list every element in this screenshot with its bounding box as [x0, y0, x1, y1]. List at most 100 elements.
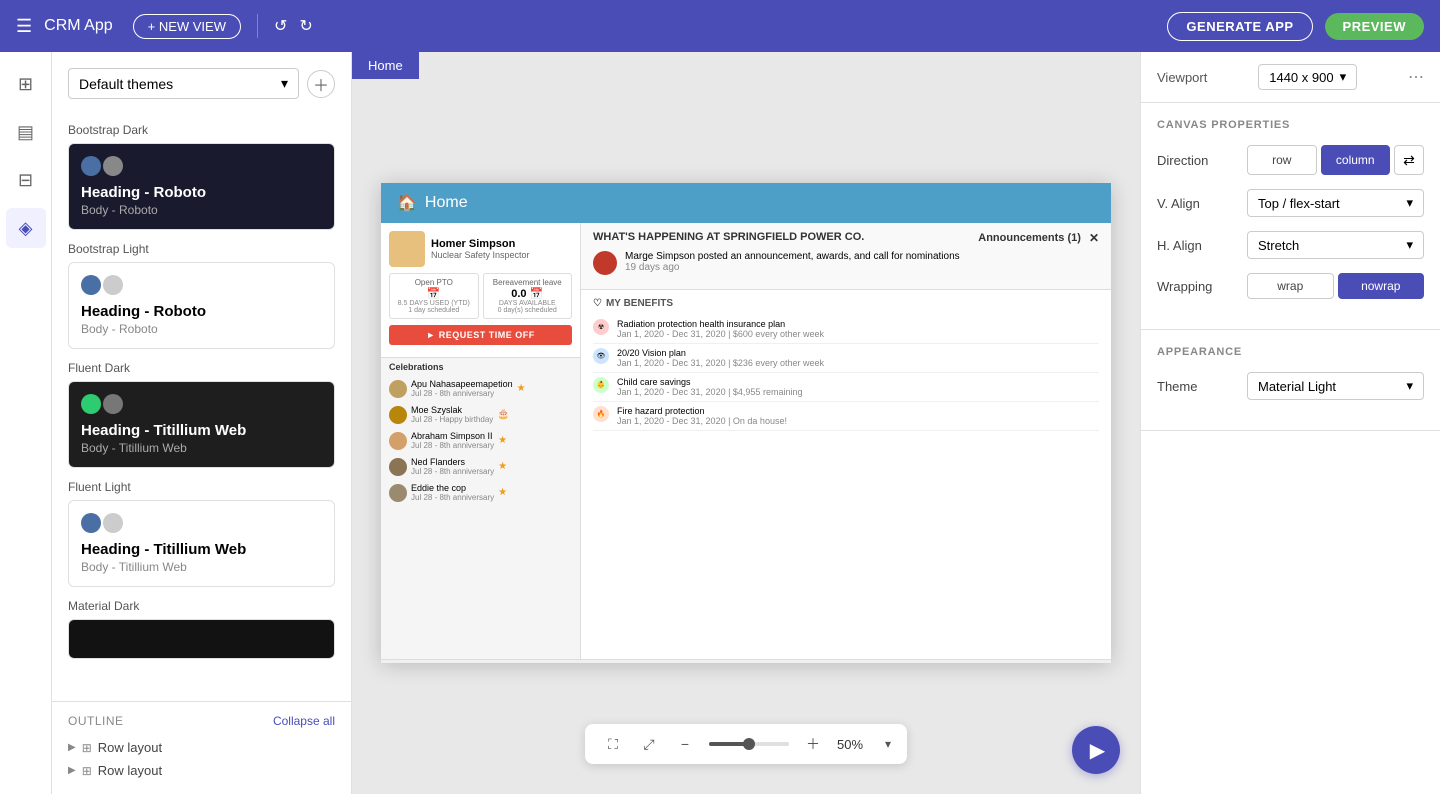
- fluent-light-body: Body - Titillium Web: [81, 560, 322, 574]
- announcement-body: Marge Simpson posted an announcement, aw…: [625, 251, 960, 262]
- right-panel-header: Viewport 1440 x 900 ▾ ⋯: [1141, 52, 1440, 103]
- request-time-off-button[interactable]: ► REQUEST TIME OFF: [389, 325, 572, 345]
- material-dark-card[interactable]: [68, 619, 335, 659]
- grid-icon-2: ⊞: [82, 764, 92, 778]
- benefit-name-3: Child care savings: [617, 377, 802, 387]
- wrap-button[interactable]: wrap: [1247, 273, 1334, 299]
- collapse-all-link[interactable]: Collapse all: [273, 714, 335, 728]
- benefit-dates-3: Jan 1, 2020 - Dec 31, 2020 | $4,955 rema…: [617, 387, 802, 397]
- main-layout: ⊞ ▤ ⊟ ◈ Default themes ▾ ＋ Bootstrap Dar…: [0, 52, 1440, 794]
- v-align-select[interactable]: Top / flex-start ▾: [1247, 189, 1424, 217]
- theme-select[interactable]: Material Light ▾: [1247, 372, 1424, 400]
- zoom-out-button[interactable]: −: [673, 732, 697, 756]
- chevron-down-icon-viewport: ▾: [1340, 69, 1347, 85]
- theme-dropdown-label: Default themes: [79, 76, 173, 92]
- bootstrap-dark-card[interactable]: Heading - Roboto Body - Roboto: [68, 143, 335, 230]
- zoom-bar: ⛶ ⤢ − ＋ 50% ▾: [585, 724, 907, 764]
- sidebar-item-list[interactable]: ▤: [6, 112, 46, 152]
- sidebar-item-design[interactable]: ◈: [6, 208, 46, 248]
- radiation-icon: ☢: [593, 319, 609, 335]
- new-view-button[interactable]: + NEW VIEW: [133, 14, 241, 39]
- v-align-control: Top / flex-start ▾: [1247, 189, 1424, 217]
- fire-icon: 🔥: [593, 406, 609, 422]
- outline-section: OUTLINE Collapse all ▶ ⊞ Row layout ▶ ⊞ …: [52, 701, 351, 794]
- v-align-label: V. Align: [1157, 196, 1247, 211]
- viewport-selector[interactable]: 1440 x 900 ▾: [1258, 64, 1357, 90]
- app-title: CRM App: [44, 17, 112, 35]
- toggle-dot-on: [81, 275, 101, 295]
- preview-button[interactable]: PREVIEW: [1325, 13, 1424, 40]
- canvas-properties-title: CANVAS PROPERTIES: [1157, 119, 1424, 131]
- benefit-details-4: Fire hazard protection Jan 1, 2020 - Dec…: [617, 406, 787, 426]
- childcare-icon: 👶: [593, 377, 609, 393]
- icon-bar: ⊞ ▤ ⊟ ◈: [0, 52, 52, 794]
- sidebar-item-table[interactable]: ⊟: [6, 160, 46, 200]
- left-panel: Default themes ▾ ＋ Bootstrap Dark Headin…: [52, 52, 352, 794]
- homer-details: Homer Simpson Nuclear Safety Inspector: [431, 238, 530, 260]
- outline-item-row1[interactable]: ▶ ⊞ Row layout: [68, 736, 335, 759]
- star-icon-1: ★: [517, 383, 526, 394]
- benefit-item-1: ☢ Radiation protection health insurance …: [593, 315, 1099, 344]
- themes-list: Bootstrap Dark Heading - Roboto Body - R…: [52, 115, 351, 701]
- direction-property: Direction row column ⇄: [1157, 145, 1424, 175]
- zoom-slider[interactable]: [709, 742, 789, 746]
- moe-avatar: [389, 406, 407, 424]
- nowrap-button[interactable]: nowrap: [1338, 273, 1425, 299]
- celeb-info-1: Apu Nahasapeemapetion Jul 28 - 8th anniv…: [411, 379, 513, 398]
- h-align-control: Stretch ▾: [1247, 231, 1424, 259]
- swap-direction-button[interactable]: ⇄: [1394, 145, 1424, 175]
- wrapping-label: Wrapping: [1157, 279, 1247, 294]
- benefit-item-3: 👶 Child care savings Jan 1, 2020 - Dec 3…: [593, 373, 1099, 402]
- sidebar-item-grid[interactable]: ⊞: [6, 64, 46, 104]
- menu-icon[interactable]: ☰: [16, 16, 32, 37]
- add-theme-button[interactable]: ＋: [307, 70, 335, 98]
- v-align-value: Top / flex-start: [1258, 196, 1340, 211]
- play-button[interactable]: ▶: [1072, 726, 1120, 774]
- eddie-avatar: [389, 484, 407, 502]
- announcements-section: WHAT'S HAPPENING AT SPRINGFIELD POWER CO…: [581, 223, 1111, 290]
- theme-dropdown[interactable]: Default themes ▾: [68, 68, 299, 99]
- direction-column-button[interactable]: column: [1321, 145, 1391, 175]
- fullscreen-icon[interactable]: ⤢: [637, 732, 661, 756]
- redo-icon[interactable]: ↻: [299, 16, 312, 36]
- days-available-label: DAYS AVAILABLE: [488, 300, 568, 307]
- more-options-button[interactable]: ⋯: [1408, 67, 1424, 87]
- direction-row-button[interactable]: row: [1247, 145, 1317, 175]
- celeb-name-3: Abraham Simpson II: [411, 431, 494, 441]
- zoom-dropdown-button[interactable]: ▾: [885, 737, 891, 751]
- h-align-select[interactable]: Stretch ▾: [1247, 231, 1424, 259]
- outline-item-row2[interactable]: ▶ ⊞ Row layout: [68, 759, 335, 782]
- fluent-light-heading: Heading - Titillium Web: [81, 541, 322, 558]
- bootstrap-light-heading: Heading - Roboto: [81, 303, 322, 320]
- fit-screen-icon[interactable]: ⛶: [601, 732, 625, 756]
- outline-item-label: Row layout: [98, 740, 162, 755]
- toggle-dot-on: [81, 394, 101, 414]
- grid-icon: ⊞: [82, 741, 92, 755]
- undo-icon[interactable]: ↺: [274, 16, 287, 36]
- cake-icon: 🎂: [497, 409, 509, 420]
- homer-name: Homer Simpson: [431, 238, 530, 250]
- wrapping-property: Wrapping wrap nowrap: [1157, 273, 1424, 299]
- celeb-info-4: Ned Flanders Jul 28 - 8th anniversary: [411, 457, 494, 476]
- toggle-dot-off: [103, 156, 123, 176]
- direction-label: Direction: [1157, 153, 1247, 168]
- bootstrap-dark-toggle: [81, 156, 322, 176]
- celeb-info-5: Eddie the cop Jul 28 - 8th anniversary: [411, 483, 494, 502]
- announcements-header: WHAT'S HAPPENING AT SPRINGFIELD POWER CO…: [593, 231, 1099, 245]
- appearance-section: APPEARANCE Theme Material Light ▾: [1141, 330, 1440, 431]
- vision-icon: 👁: [593, 348, 609, 364]
- bootstrap-light-card[interactable]: Heading - Roboto Body - Roboto: [68, 262, 335, 349]
- fluent-light-card[interactable]: Heading - Titillium Web Body - Titillium…: [68, 500, 335, 587]
- benefit-details-3: Child care savings Jan 1, 2020 - Dec 31,…: [617, 377, 802, 397]
- canvas-tab-home[interactable]: Home: [352, 52, 419, 79]
- fluent-light-toggle: [81, 513, 322, 533]
- theme-property: Theme Material Light ▾: [1157, 372, 1424, 400]
- close-icon[interactable]: ✕: [1089, 231, 1099, 245]
- fluent-dark-card[interactable]: Heading - Titillium Web Body - Titillium…: [68, 381, 335, 468]
- celeb-item-2: Moe Szyslak Jul 28 - Happy birthday 🎂: [389, 402, 572, 428]
- announcement-text: Marge Simpson posted an announcement, aw…: [625, 251, 960, 273]
- celeb-date-1: Jul 28 - 8th anniversary: [411, 389, 513, 398]
- zoom-in-button[interactable]: ＋: [801, 732, 825, 756]
- header-divider: [257, 14, 258, 38]
- generate-app-button[interactable]: GENERATE APP: [1167, 12, 1312, 41]
